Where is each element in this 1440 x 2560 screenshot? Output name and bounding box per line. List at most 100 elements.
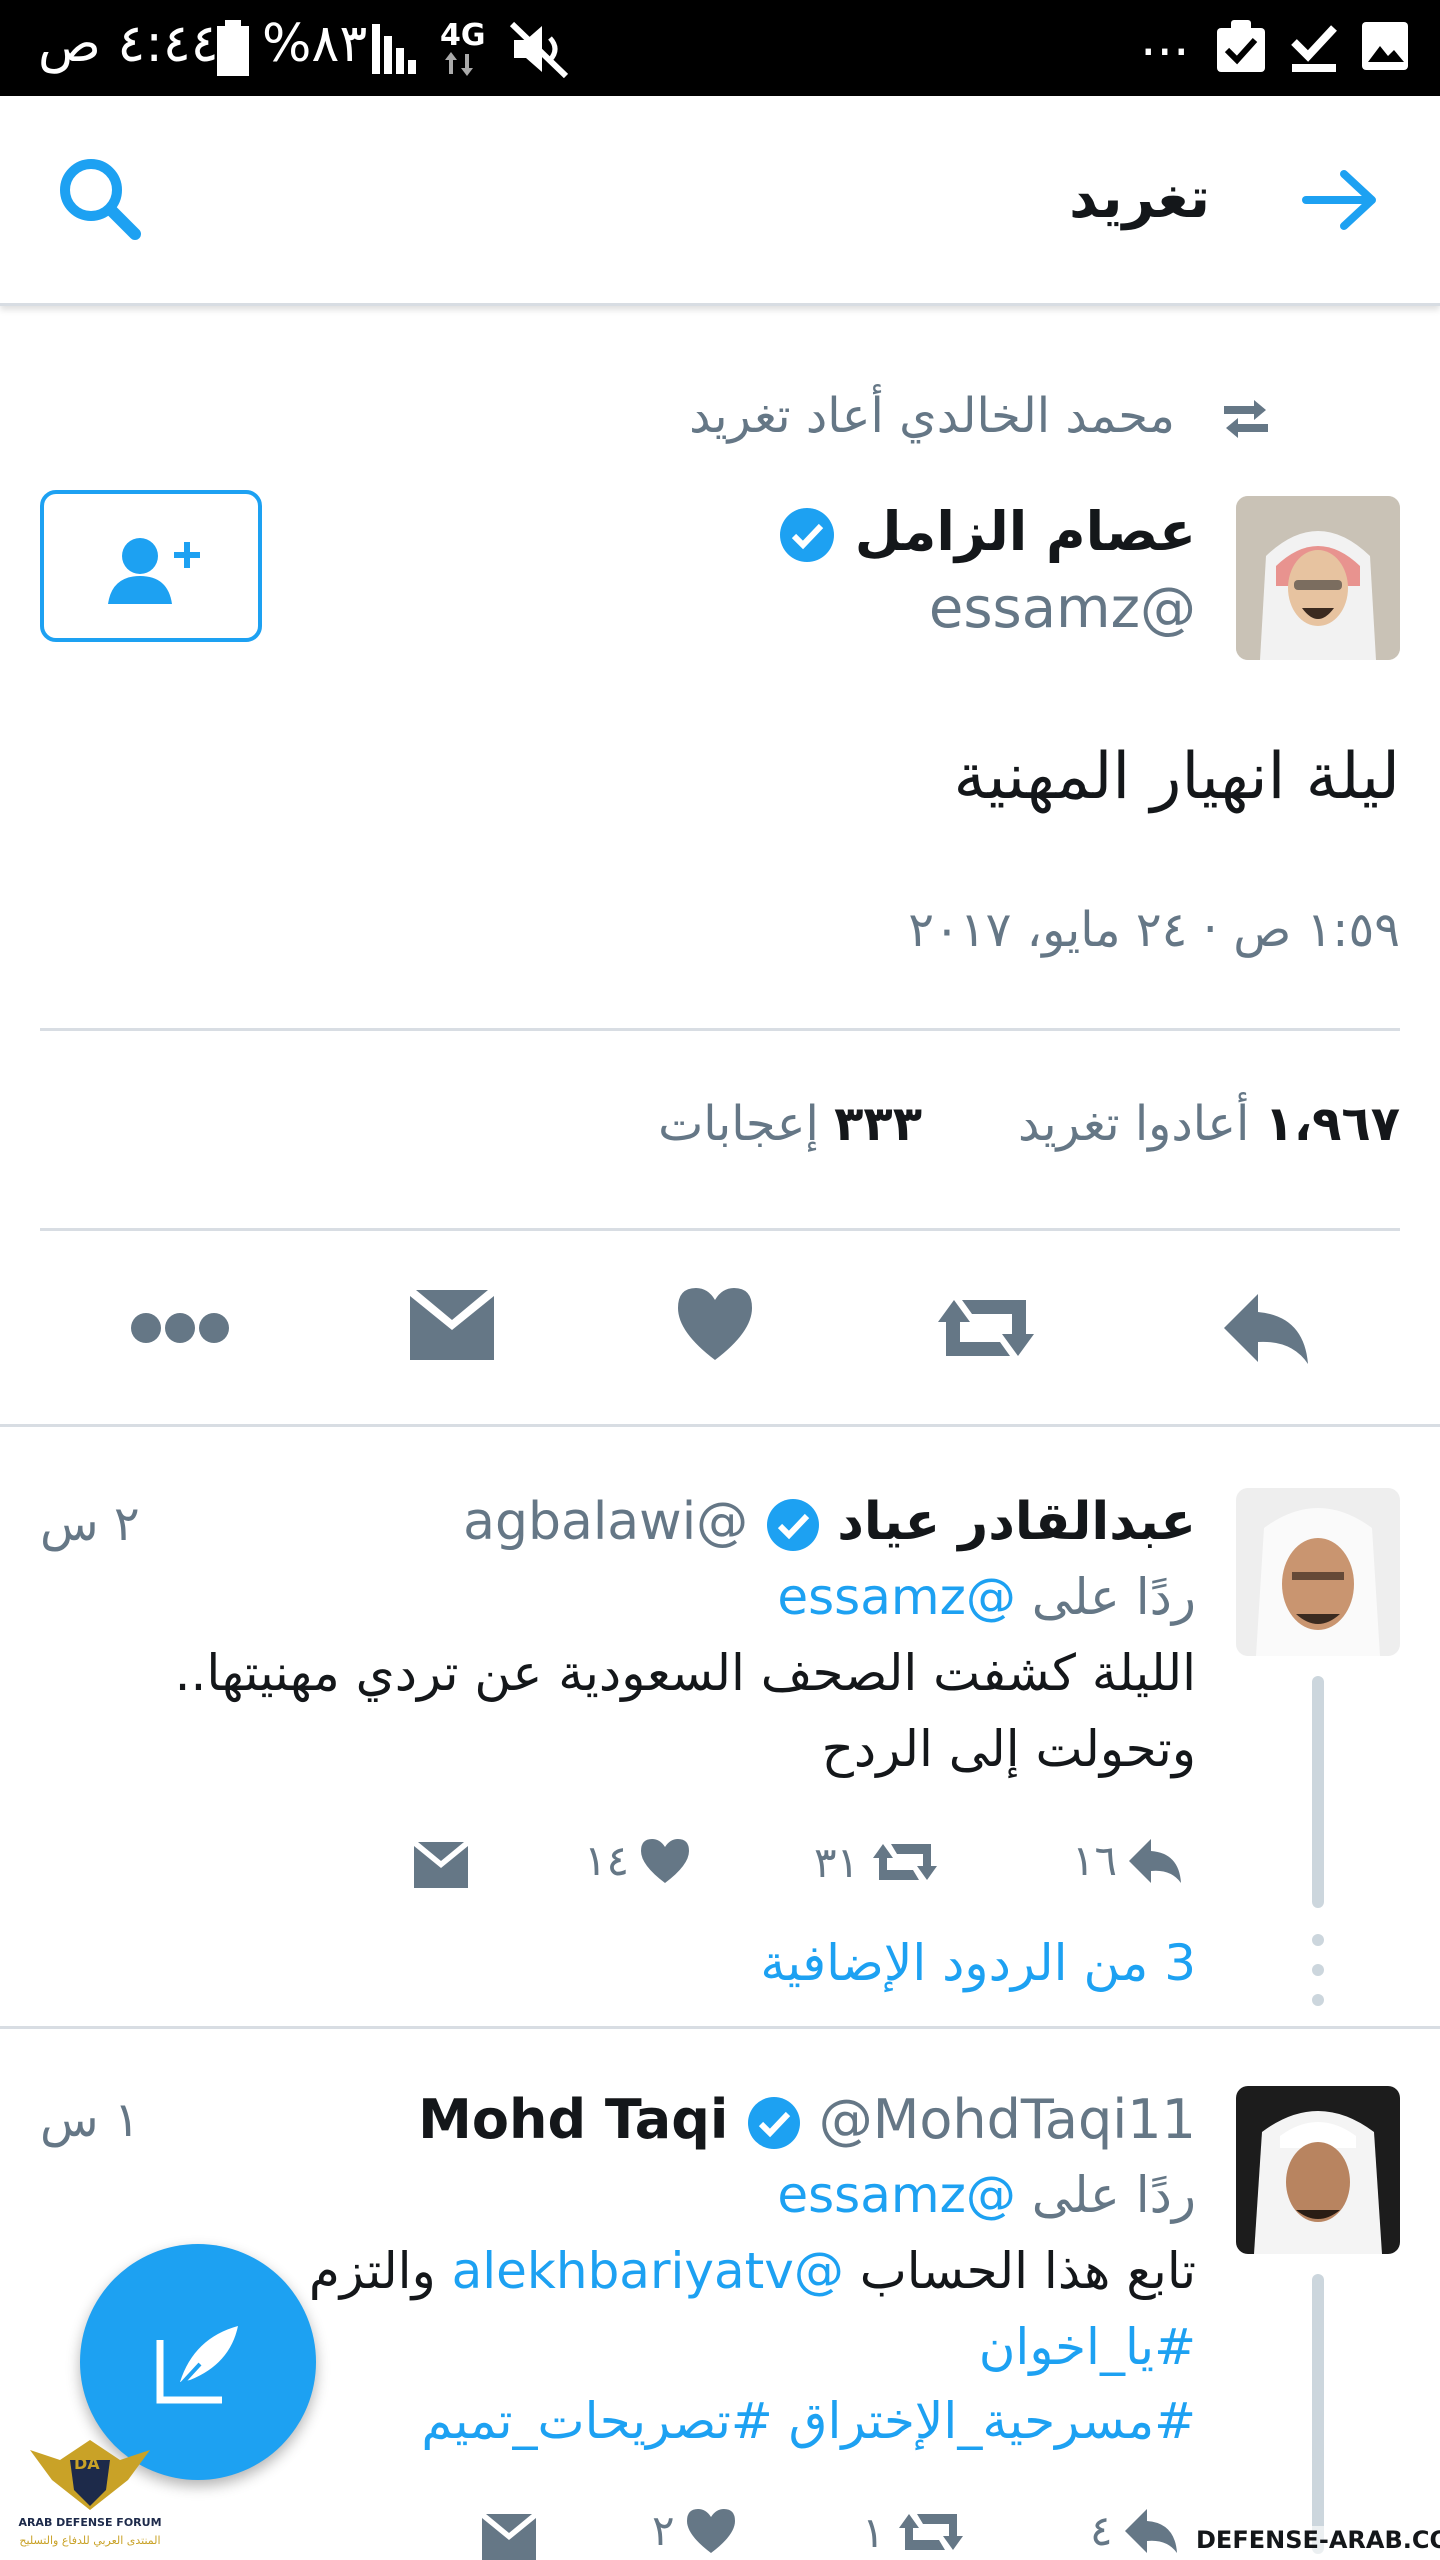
download-done-icon — [1291, 25, 1337, 72]
like-count: ١٤ — [584, 1836, 630, 1885]
reply-like-action[interactable]: ١٤ — [584, 1836, 691, 1885]
reply-to-mention[interactable]: @essamz — [777, 1568, 1015, 1626]
likes-label: إعجابات — [658, 1096, 819, 1152]
network-type: 4G — [440, 18, 486, 53]
thread-line — [1312, 1676, 1324, 1908]
reply-text-line: الليلة كشفت الصحف السعودية عن تردي مهنيت… — [174, 1644, 1196, 1702]
section-divider — [0, 2026, 1440, 2029]
reply-time: ٢ س — [40, 1496, 140, 1552]
tweet-timestamp: ١:٥٩ ص · ٢٤ مايو، ٢٠١٧ — [908, 902, 1400, 958]
like-heart-icon — [641, 1838, 690, 1883]
verified-badge-icon — [747, 2097, 800, 2150]
watermark-site: DEFENSE-ARAB.COM — [1196, 2526, 1440, 2554]
logo-mark: DA — [74, 2454, 100, 2473]
signal-icon — [372, 24, 416, 74]
reply-retweet-action[interactable]: ٣١ — [814, 1836, 941, 1888]
data-arrows-icon — [445, 52, 473, 76]
reply-to-line: ردًا على @essamz — [777, 2166, 1196, 2224]
tweet-text: ليلة انهيار المهنية — [953, 740, 1400, 814]
reply-like-action[interactable]: ٢ — [652, 2506, 737, 2555]
reply-text-line: وتحولت إلى الردح — [821, 1720, 1196, 1778]
reply-icon[interactable] — [1220, 1290, 1312, 1366]
retweet-count: ١ — [862, 2507, 885, 2557]
thread-dots-icon — [1312, 1934, 1324, 2006]
forum-logo-icon — [30, 2440, 150, 2510]
reply-text-line: تابع هذا الحساب @alekhbariyatv والتزم — [309, 2242, 1196, 2300]
retweeted-by-label[interactable]: محمد الخالدي أعاد تغريد — [689, 388, 1175, 444]
retweets-count: ١،٩٦٧ — [1264, 1096, 1400, 1152]
likes-stat[interactable]: ٣٣٣ إعجابات — [658, 1096, 922, 1152]
verified-badge-icon — [779, 508, 834, 563]
reply-avatar[interactable] — [1236, 2086, 1400, 2254]
reply-author-handle: @MohdTaqi11 — [818, 2088, 1196, 2151]
hashtag-link[interactable]: #مسرحية_الإختراق #تصريحات_تميم — [421, 2392, 1196, 2450]
author-photo — [1236, 496, 1400, 660]
like-count: ٢ — [652, 2506, 675, 2555]
reply-author-photo — [1236, 2086, 1400, 2254]
reply-text-prefix: تابع هذا الحساب — [859, 2242, 1196, 2300]
reply-dm-icon[interactable] — [414, 1842, 468, 1888]
reply-text-suffix: والتزم — [308, 2242, 436, 2300]
reply-avatar[interactable] — [1236, 1488, 1400, 1656]
verified-badge-icon — [766, 1499, 819, 1551]
divider — [40, 1028, 1400, 1031]
clock: ٤:٤٤ ص — [38, 14, 219, 74]
reply-author-handle: @agbalawi — [463, 1492, 749, 1552]
battery-percent: %٨٣ — [262, 14, 368, 74]
retweet-small-icon — [1224, 400, 1268, 438]
retweet-icon — [898, 2514, 963, 2550]
author-avatar[interactable] — [1236, 496, 1400, 660]
reply-count: ١٦ — [1072, 1836, 1118, 1885]
reply-header[interactable]: عبدالقادر عياد @agbalawi — [463, 1492, 1196, 1553]
reply-header[interactable]: Mohd Taqi @MohdTaqi11 — [418, 2088, 1196, 2151]
reply-text-mention[interactable]: @alekhbariyatv — [452, 2242, 844, 2300]
logo-subtext: المنتدى العربي للدفاع والتسليح — [19, 2534, 161, 2547]
retweet-icon — [873, 1844, 938, 1880]
reply-to-prefix: ردًا على — [1031, 1568, 1196, 1626]
back-arrow-icon[interactable] — [1300, 168, 1380, 232]
author-name[interactable]: عصام الزامل — [778, 500, 1196, 564]
author-name-text: عصام الزامل — [854, 500, 1196, 563]
thread-line — [1312, 2274, 1324, 2554]
retweet-count: ٣١ — [814, 1837, 860, 1887]
add-user-icon — [108, 538, 200, 604]
compose-feather-icon — [156, 2326, 238, 2404]
likes-count: ٣٣٣ — [834, 1096, 922, 1152]
reply-to-line: ردًا على @essamz — [777, 1568, 1196, 1626]
reply-author-photo — [1236, 1488, 1400, 1656]
author-handle[interactable]: @essamz — [929, 576, 1196, 641]
retweets-stat[interactable]: ١،٩٦٧ أعادوا تغريد — [1018, 1096, 1400, 1152]
battery-icon — [217, 20, 249, 76]
reply-icon — [1124, 2508, 1177, 2553]
search-icon[interactable] — [55, 154, 145, 244]
status-bar: ٤:٤٤ ص %٨٣ 4G ... — [0, 0, 1440, 96]
retweets-label: أعادوا تغريد — [1018, 1096, 1250, 1152]
reply-to-mention[interactable]: @essamz — [777, 2166, 1015, 2224]
reply-dm-icon[interactable] — [482, 2514, 536, 2560]
app-bar: تغريد — [0, 96, 1440, 306]
reply-count: ٤ — [1090, 2506, 1113, 2555]
watermark-logo: DA ARAB DEFENSE FORUM المنتدى العربي للد… — [10, 2430, 170, 2560]
like-heart-icon[interactable] — [676, 1286, 754, 1362]
reply-retweet-action[interactable]: ١ — [862, 2506, 967, 2558]
reply-reply-action[interactable]: ٤ — [1090, 2506, 1179, 2555]
follow-button[interactable] — [40, 490, 262, 642]
more-options-icon[interactable] — [130, 1310, 230, 1346]
divider — [40, 1228, 1400, 1231]
like-heart-icon — [686, 2508, 735, 2553]
retweet-icon[interactable] — [930, 1286, 1042, 1370]
page-title: تغريد — [1069, 166, 1210, 231]
reply-icon — [1129, 1838, 1182, 1883]
clipboard-check-icon — [1217, 20, 1265, 72]
direct-message-icon[interactable] — [410, 1290, 494, 1362]
hashtag-link[interactable]: #يا_اخوان — [979, 2318, 1196, 2376]
reply-author-name: Mohd Taqi — [418, 2088, 729, 2151]
reply-time: ١ س — [40, 2092, 140, 2148]
reply-to-prefix: ردًا على — [1031, 2166, 1196, 2224]
reply-reply-action[interactable]: ١٦ — [1072, 1836, 1183, 1885]
logo-text: ARAB DEFENSE FORUM — [18, 2516, 162, 2529]
image-icon — [1362, 22, 1408, 70]
reply-author-name: عبدالقادر عياد — [837, 1492, 1196, 1552]
more-replies-link[interactable]: 3 من الردود الإضافية — [760, 1934, 1196, 1992]
section-divider — [0, 1424, 1440, 1427]
